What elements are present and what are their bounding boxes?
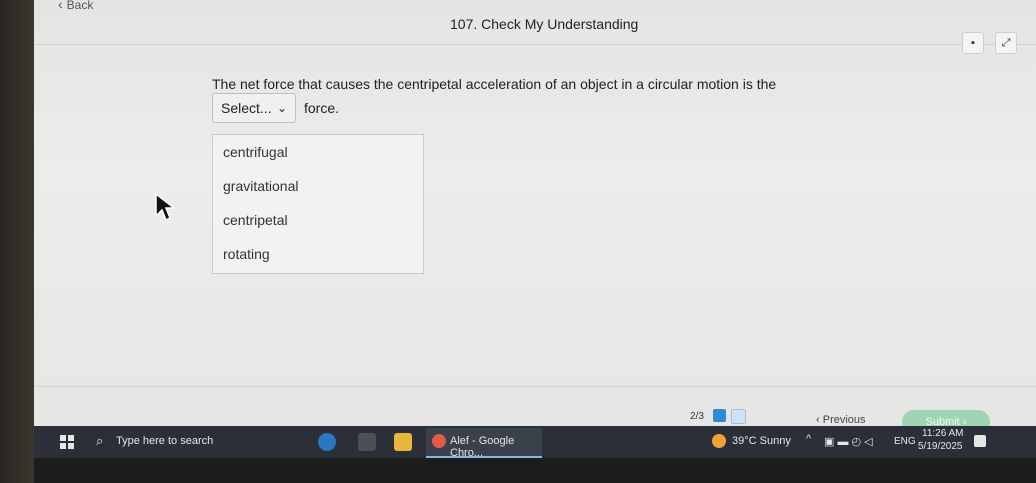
select-value: Select... <box>221 100 272 116</box>
chrome-taskbar-item[interactable]: Alef - Google Chro... <box>426 428 542 459</box>
chevron-up-icon[interactable]: ^ <box>806 433 811 445</box>
chevron-down-icon: ⌄ <box>276 101 287 115</box>
search-icon: ⌕ <box>96 433 104 448</box>
expand-icon[interactable]: ⤢ <box>995 32 1017 54</box>
chevron-left-icon: ‹ <box>58 0 63 12</box>
chrome-label: Alef - Google Chro... <box>450 435 515 459</box>
question-text: The net force that causes the centripeta… <box>212 76 777 92</box>
weather-text[interactable]: 39°C Sunny <box>732 435 791 447</box>
calculator-icon[interactable] <box>358 433 376 451</box>
after-select-text: force. <box>304 100 340 116</box>
language-indicator[interactable]: ENG <box>894 436 916 447</box>
windows-taskbar: ⌕ Type here to search Alef - Google Chro… <box>34 426 1036 459</box>
clock-date: 5/19/2025 <box>918 441 963 452</box>
screen-bezel-bottom <box>34 458 1036 483</box>
chevron-left-icon: ‹ <box>816 414 823 426</box>
system-tray-icons[interactable]: ▣ ▬ ◴ ◁ <box>824 435 873 448</box>
answer-select[interactable]: Select... ⌄ <box>212 93 296 123</box>
mouse-cursor-icon <box>155 192 177 222</box>
previous-label: Previous <box>822 414 866 426</box>
file-explorer-icon[interactable] <box>394 433 412 451</box>
screen-bezel <box>0 0 34 483</box>
top-bar: ‹ Back 107. Check My Understanding ▪ ⤢ <box>34 0 1036 54</box>
page-title: 107. Check My Understanding <box>450 16 639 32</box>
unanswered-box-icon <box>731 409 746 424</box>
back-label: Back <box>66 0 94 12</box>
answer-row: Select... ⌄ force. <box>212 92 339 124</box>
question-footer <box>34 386 1036 431</box>
answered-check-icon <box>713 409 726 422</box>
select-dropdown: centrifugal gravitational centripetal ro… <box>212 134 424 274</box>
progress-indicator: 2/3 <box>690 411 704 422</box>
app-screen: ‹ Back 107. Check My Understanding ▪ ⤢ Th… <box>34 0 1036 434</box>
option-centripetal[interactable]: centripetal <box>213 203 423 237</box>
option-gravitational[interactable]: gravitational <box>213 169 423 203</box>
windows-start-icon[interactable] <box>60 435 74 449</box>
taskbar-search[interactable]: Type here to search <box>116 435 213 447</box>
option-centrifugal[interactable]: centrifugal <box>213 135 423 169</box>
grid-icon[interactable]: ▪ <box>962 32 984 54</box>
notification-icon[interactable] <box>974 435 986 447</box>
clock-time: 11:26 AM <box>922 428 964 439</box>
previous-button[interactable]: ‹ Previous <box>816 414 866 426</box>
back-button[interactable]: ‹ Back <box>58 0 93 12</box>
chrome-icon <box>432 434 446 448</box>
option-rotating[interactable]: rotating <box>213 237 423 271</box>
weather-sun-icon <box>712 434 726 448</box>
edge-icon[interactable] <box>318 433 336 451</box>
